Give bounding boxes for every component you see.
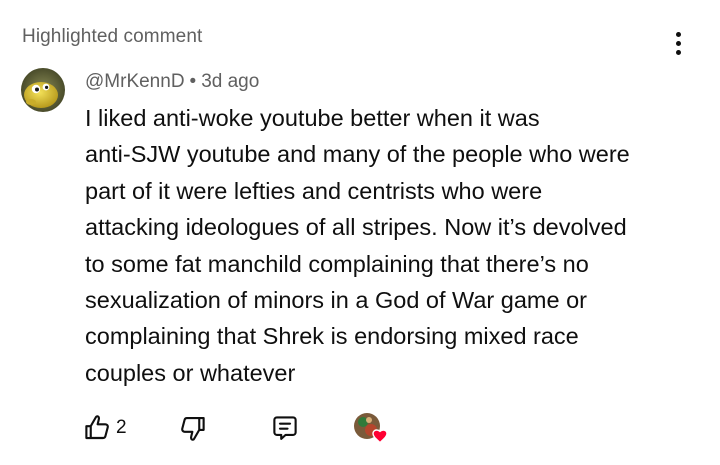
more-vertical-icon-dot: [675, 40, 681, 46]
meta-separator: •: [189, 71, 197, 92]
creator-heart-icon: [354, 413, 388, 444]
comment-author[interactable]: @MrKennD: [85, 71, 185, 92]
more-options-button[interactable]: [664, 26, 692, 60]
section-title: Highlighted comment: [22, 26, 203, 47]
dislike-button[interactable]: [178, 408, 208, 448]
comment-line: couples or whatever: [85, 359, 296, 386]
thumbs-down-icon: [181, 416, 205, 441]
comment-line: part of it were lefties and centrists wh…: [85, 177, 543, 204]
avatar[interactable]: [21, 68, 65, 112]
like-button[interactable]: 2: [82, 408, 127, 448]
more-vertical-icon: [675, 31, 681, 37]
comment-meta: @MrKennD • 3d ago: [85, 71, 259, 93]
comment-line: sexualization of minors in a God of War …: [85, 287, 587, 314]
comment-line: to some fat manchild complaining that th…: [85, 250, 589, 277]
thumbs-up-icon: [85, 415, 109, 440]
reply-button[interactable]: [270, 408, 300, 448]
comment-line: attacking ideologues of all stripes. Now…: [85, 214, 627, 241]
yellow-creature-avatar-icon: [21, 68, 65, 112]
comment-line: I liked anti-woke youtube better when it…: [85, 105, 540, 131]
comment-age[interactable]: 3d ago: [201, 71, 259, 92]
comment-text: I liked anti-woke youtube better when it…: [85, 100, 685, 391]
more-vertical-icon-dot: [675, 49, 681, 55]
like-count: 2: [116, 417, 127, 438]
reply-comment-icon: [273, 416, 297, 440]
comment-line: complaining that Shrek is endorsing mixe…: [85, 323, 579, 350]
comment-line: anti-SJW youtube and many of the people …: [85, 141, 630, 168]
comment-page: Highlighted comment @MrKennD • 3d ago I …: [0, 0, 720, 465]
creator-heart-button[interactable]: [352, 411, 394, 445]
